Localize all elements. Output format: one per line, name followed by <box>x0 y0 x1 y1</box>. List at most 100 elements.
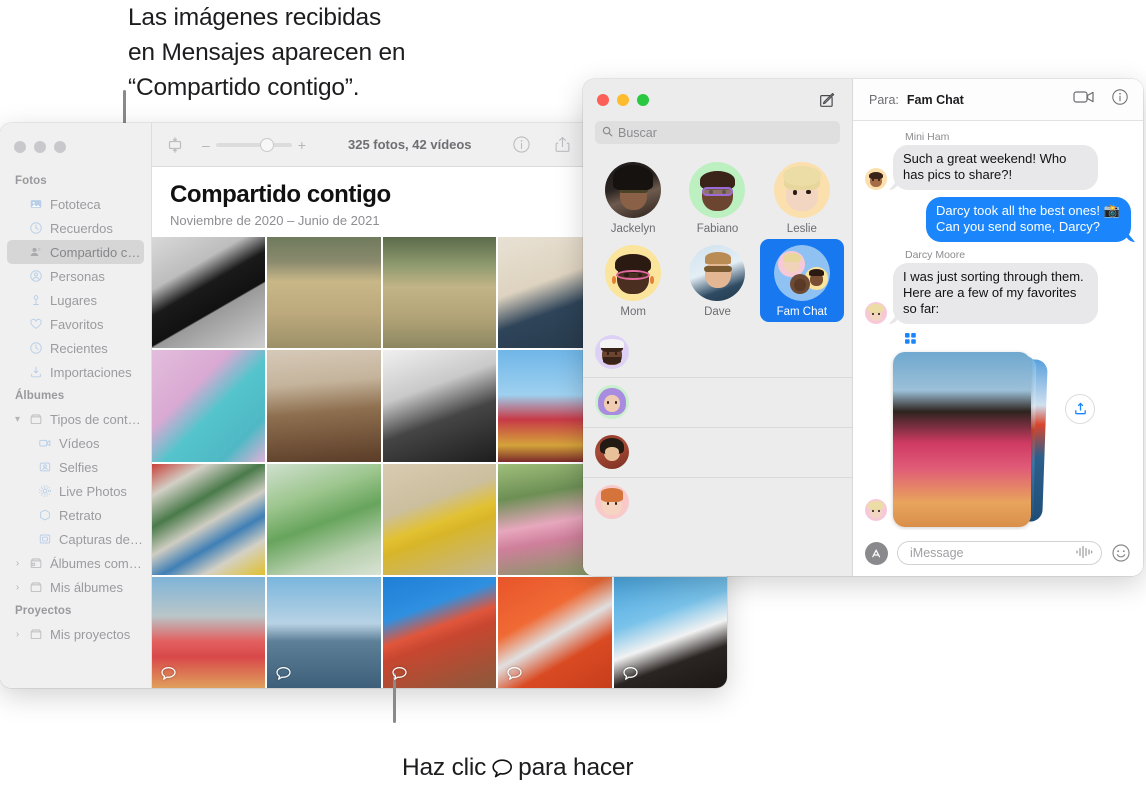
photo-thumbnail[interactable] <box>267 576 381 688</box>
minimize-button[interactable] <box>617 94 629 106</box>
info-circle-icon[interactable] <box>1111 88 1129 111</box>
message-bubble[interactable]: Darcy took all the best ones! 📸 Can you … <box>926 197 1131 242</box>
comment-bubble-icon[interactable] <box>275 666 292 681</box>
conversation-text <box>638 385 841 419</box>
close-button-inactive[interactable] <box>14 141 26 153</box>
photos-traffic-lights[interactable] <box>0 133 151 169</box>
conversation-list-item[interactable] <box>583 328 852 377</box>
chevron-down-icon[interactable]: ▾ <box>12 414 23 425</box>
photo-stack-front[interactable] <box>893 352 1031 527</box>
photo-thumbnail[interactable] <box>267 350 381 462</box>
photo-thumbnail[interactable] <box>382 463 497 575</box>
download-tray-icon[interactable] <box>1065 393 1095 424</box>
sidebar-item-importaciones[interactable]: Importaciones <box>7 360 144 384</box>
comment-bubble-icon <box>489 754 515 778</box>
sidebar-item-favoritos[interactable]: Favoritos <box>7 312 144 336</box>
info-icon[interactable] <box>512 135 531 154</box>
annotation-bottom-text: Haz clicpara hacer comentarios en Mensaj… <box>402 715 683 787</box>
zoom-out-label[interactable]: – <box>202 137 210 153</box>
sidebar-item-recientes[interactable]: Recientes <box>7 336 144 360</box>
sidebar-group-title: Proyectos <box>15 605 72 617</box>
sidebar-item-compartido-con[interactable]: Compartido con… <box>7 240 144 264</box>
photo-image <box>152 237 266 349</box>
sidebar-item-selfies[interactable]: Selfies <box>7 455 144 479</box>
import-icon[interactable] <box>166 136 184 154</box>
photo-thumbnail[interactable] <box>152 350 266 462</box>
sidebar-item-lbumes-compart[interactable]: › Álbumes compart… <box>7 551 144 575</box>
smiley-face-icon[interactable] <box>1111 543 1131 563</box>
avatar <box>605 245 662 301</box>
folder-icon <box>28 580 43 595</box>
photo-thumbnail[interactable] <box>267 463 381 575</box>
photo-thumbnail[interactable] <box>382 237 497 349</box>
sidebar-item-tipos-de-contenido[interactable]: ▾ Tipos de contenido <box>7 407 144 431</box>
comment-bubble-icon[interactable] <box>506 666 523 681</box>
chevron-right-icon[interactable]: › <box>12 629 23 640</box>
pinned-conversation-fam-chat[interactable]: Fam Chat <box>759 239 844 322</box>
search-icon <box>602 126 613 140</box>
pinned-conversation-dave[interactable]: Dave <box>675 239 759 322</box>
pinned-conversation-label: Mom <box>620 306 646 318</box>
recipient-value[interactable]: Fam Chat <box>907 93 964 107</box>
imessage-input[interactable]: iMessage <box>897 541 1102 565</box>
photo-stack[interactable] <box>893 352 1048 527</box>
photo-thumbnail[interactable] <box>152 576 266 688</box>
conversation-list-item[interactable] <box>583 427 852 477</box>
close-button[interactable] <box>597 94 609 106</box>
photo-thumbnail[interactable] <box>152 463 266 575</box>
search-input[interactable]: Buscar <box>595 121 840 144</box>
message-bubble[interactable]: I was just sorting through them. Here ar… <box>893 263 1098 324</box>
sidebar-item-mis-proyectos[interactable]: › Mis proyectos <box>7 622 144 646</box>
messages-sidebar: Buscar Jackelyn Fabiano Leslie Mom Dave Fam C… <box>583 79 853 576</box>
comment-bubble-icon[interactable] <box>391 666 408 681</box>
comment-bubble-icon[interactable] <box>622 666 639 681</box>
sidebar-item-v-deos[interactable]: Vídeos <box>7 431 144 455</box>
conversation-list <box>583 326 852 576</box>
thread-header: Para: Fam Chat <box>853 79 1143 121</box>
sidebar-item-capturas-de-pa[interactable]: Capturas de pa… <box>7 527 144 551</box>
audio-waveform-icon[interactable] <box>1075 545 1093 562</box>
minimize-button-inactive[interactable] <box>34 141 46 153</box>
messages-sidebar-titlebar <box>583 79 852 121</box>
pinned-conversation-label: Leslie <box>786 223 817 235</box>
messages-app-window[interactable]: Buscar Jackelyn Fabiano Leslie Mom Dave Fam C… <box>583 79 1143 576</box>
pinned-conversation-fabiano[interactable]: Fabiano <box>675 156 759 239</box>
sidebar-item-personas[interactable]: Personas <box>7 264 144 288</box>
chevron-right-icon[interactable]: › <box>12 582 23 593</box>
sidebar-item-mis-lbumes[interactable]: › Mis álbumes <box>7 575 144 599</box>
zoom-in-label[interactable]: + <box>298 137 306 153</box>
zoom-slider-track[interactable] <box>215 137 292 152</box>
maximize-button-inactive[interactable] <box>54 141 66 153</box>
maximize-button[interactable] <box>637 94 649 106</box>
heart-icon <box>28 317 43 332</box>
sidebar-item-label: Importaciones <box>50 364 132 380</box>
pinned-conversation-jackelyn[interactable]: Jackelyn <box>591 156 675 239</box>
photo-thumbnail[interactable] <box>498 576 612 688</box>
conversation-list-item[interactable] <box>583 377 852 427</box>
photo-thumbnail[interactable] <box>152 237 266 349</box>
messages-traffic-lights[interactable] <box>597 94 649 106</box>
sidebar-item-live-photos[interactable]: Live Photos <box>7 479 144 503</box>
chevron-right-icon[interactable]: › <box>12 558 23 569</box>
share-icon[interactable] <box>553 135 572 154</box>
conversation-list-item[interactable] <box>583 477 852 527</box>
comment-bubble-icon[interactable] <box>160 666 177 681</box>
sidebar-item-retrato[interactable]: Retrato <box>7 503 144 527</box>
photo-thumbnail[interactable] <box>382 576 497 688</box>
thumbnail-zoom-slider[interactable]: – + <box>202 137 306 153</box>
photo-thumbnail[interactable] <box>267 237 381 349</box>
sidebar-item-fototeca[interactable]: Fototeca <box>7 192 144 216</box>
pinned-conversation-leslie[interactable]: Leslie <box>760 156 844 239</box>
compose-pencil-icon[interactable] <box>818 91 836 109</box>
zoom-slider-knob[interactable] <box>259 137 274 152</box>
message-bubble[interactable]: Such a great weekend! Who has pics to sh… <box>893 145 1098 190</box>
sidebar-item-recuerdos[interactable]: Recuerdos <box>7 216 144 240</box>
video-camera-icon[interactable] <box>1073 89 1095 110</box>
attachment-photo-count[interactable] <box>905 331 1131 349</box>
conversation-text <box>638 335 841 369</box>
sidebar-item-lugares[interactable]: Lugares <box>7 288 144 312</box>
photo-thumbnail[interactable] <box>382 350 497 462</box>
pinned-conversation-mom[interactable]: Mom <box>591 239 675 322</box>
app-store-icon[interactable] <box>865 541 888 565</box>
photo-thumbnail[interactable] <box>613 576 727 688</box>
